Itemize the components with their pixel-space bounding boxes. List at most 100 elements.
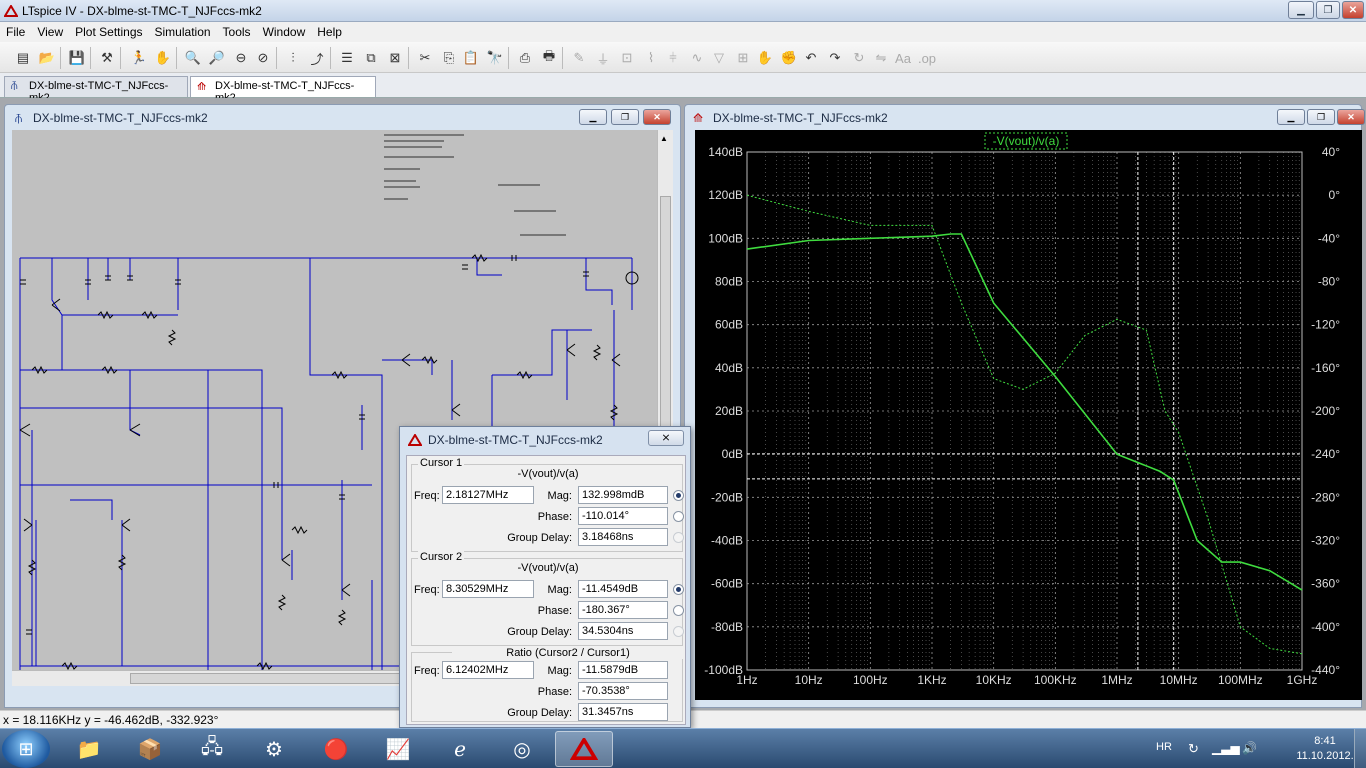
plot-restore-button[interactable]: ❐ xyxy=(1307,109,1335,125)
zoom-in-icon[interactable]: 🔍 xyxy=(184,49,202,67)
taskbar-oscilloscope-icon[interactable]: 📈 xyxy=(369,731,427,767)
scroll-thumb[interactable] xyxy=(130,673,430,684)
cursor1-group-delay-radio[interactable] xyxy=(673,532,684,543)
control-panel-icon[interactable]: ⚒ xyxy=(98,49,116,67)
cascade-icon[interactable]: ⧉ xyxy=(362,49,380,67)
close-window-icon[interactable]: ⊠ xyxy=(386,49,404,67)
cursor1-mag-field[interactable]: 132.998mdB xyxy=(578,486,668,504)
cursor2-freq-field[interactable]: 8.30529MHz xyxy=(442,580,534,598)
component-icon[interactable]: ⊞ xyxy=(734,49,752,67)
schematic-close-button[interactable]: ✕ xyxy=(643,109,671,125)
taskbar-installer-icon[interactable]: 📦 xyxy=(121,731,179,767)
taskbar-explorer-icon[interactable]: 📁 xyxy=(60,731,118,767)
cursor-dialog-close-button[interactable]: ⨯ xyxy=(648,430,684,446)
zoom-cancel-icon[interactable]: ⊘ xyxy=(254,49,272,67)
tab-waveform[interactable]: ⟰ DX-blme-st-TMC-T_NJFccs-mk2 xyxy=(190,76,376,104)
rotate-icon[interactable]: ↻ xyxy=(850,49,868,67)
autorange-icon[interactable]: ⫶ xyxy=(284,49,302,67)
schematic-icon: ⫚ xyxy=(15,111,23,125)
tile-horizontal-icon[interactable]: ☰ xyxy=(338,49,356,67)
wire-icon[interactable]: ✎ xyxy=(570,49,588,67)
find-icon[interactable]: 🔭 xyxy=(486,49,504,67)
print-icon[interactable]: 🖶 xyxy=(540,48,558,67)
redo-icon[interactable]: ↷ xyxy=(826,49,844,67)
clock-date[interactable]: 11.10.2012. xyxy=(1292,750,1358,762)
schematic-restore-button[interactable]: ❐ xyxy=(611,109,639,125)
new-schematic-icon[interactable]: ▤ xyxy=(14,49,32,67)
clock-time[interactable]: 8:41 xyxy=(1300,735,1350,747)
ratio-freq-field[interactable]: 6.12402MHz xyxy=(442,661,534,679)
taskbar-burn-icon[interactable]: 🔴 xyxy=(307,731,365,767)
plot-close-button[interactable]: ✕ xyxy=(1337,109,1365,125)
cursor2-group-delay-field[interactable]: 34.5304ns xyxy=(578,622,668,640)
ratio-group-delay-field[interactable]: 31.3457ns xyxy=(578,703,668,721)
scroll-up-icon[interactable]: ▲ xyxy=(660,134,668,143)
tab-schematic[interactable]: ⫚ DX-blme-st-TMC-T_NJFccs-mk2 xyxy=(4,76,188,104)
menu-view[interactable]: View xyxy=(31,25,69,39)
paste-icon[interactable]: 📋 xyxy=(462,49,480,67)
save-icon[interactable]: 💾 xyxy=(68,49,86,67)
plot-minimize-button[interactable]: ▁ xyxy=(1277,109,1305,125)
waveform-svg[interactable]: 140dB 40° 120dB 0° 100dB -40° 80dB -80° 60dB -120… xyxy=(695,130,1362,700)
menu-file[interactable]: File xyxy=(0,25,31,39)
ratio-phase-field[interactable]: -70.3538° xyxy=(578,682,668,700)
menu-plot-settings[interactable]: Plot Settings xyxy=(69,25,148,39)
ratio-freq-label: Freq: xyxy=(414,665,440,677)
run-icon[interactable]: 🏃 xyxy=(130,49,148,67)
close-button[interactable]: ✕ xyxy=(1342,1,1364,19)
start-button[interactable]: ⊞ xyxy=(2,730,50,768)
cut-icon[interactable]: ✂ xyxy=(416,49,434,67)
taskbar-ltspice-icon[interactable] xyxy=(555,731,613,767)
inductor-icon[interactable]: ∿ xyxy=(688,49,706,67)
taskbar-network-icon[interactable]: 🖧 xyxy=(183,731,241,767)
volume-icon[interactable]: 🔊 xyxy=(1242,741,1257,755)
zoom-out-icon[interactable]: ⊖ xyxy=(232,49,250,67)
cursor2-mag-radio[interactable] xyxy=(673,584,684,595)
trace-label[interactable]: -V(vout)/v(a) xyxy=(993,134,1060,148)
signal-icon[interactable]: ▁▃▅ xyxy=(1212,741,1240,755)
resistor-icon[interactable]: ⌇ xyxy=(642,49,660,67)
minimize-button[interactable]: ▁ xyxy=(1288,1,1314,19)
spice-directive-icon[interactable]: .op xyxy=(918,49,936,67)
text-icon[interactable]: Aa xyxy=(894,49,912,67)
cursor-dialog[interactable]: DX-blme-st-TMC-T_NJFccs-mk2 ⨯ Cursor 1 -… xyxy=(399,426,691,728)
cursor2-phase-field[interactable]: -180.367° xyxy=(578,601,668,619)
label-icon[interactable]: ⊡ xyxy=(618,49,636,67)
language-indicator[interactable]: HR xyxy=(1156,741,1172,753)
drag-icon[interactable]: ✊ xyxy=(780,49,798,67)
menu-tools[interactable]: Tools xyxy=(217,25,257,39)
update-icon[interactable]: ↻ xyxy=(1188,741,1199,757)
cursor1-phase-field[interactable]: -110.014° xyxy=(578,507,668,525)
copy-icon[interactable]: ⎘ xyxy=(440,49,458,67)
cursor1-phase-radio[interactable] xyxy=(673,511,684,522)
ratio-mag-field[interactable]: -11.5879dB xyxy=(578,661,668,679)
cursor2-mag-field[interactable]: -11.4549dB xyxy=(578,580,668,598)
capacitor-icon[interactable]: ⫩ xyxy=(664,49,682,67)
taskbar-tool-icon[interactable]: ⚙ xyxy=(245,731,303,767)
undo-icon[interactable]: ↶ xyxy=(802,49,820,67)
mirror-icon[interactable]: ⇋ xyxy=(872,49,890,67)
ground-icon[interactable]: ⏚ xyxy=(594,49,612,67)
show-desktop-button[interactable] xyxy=(1354,729,1366,768)
y-right-tick-label: -160° xyxy=(1311,361,1340,375)
cursor1-group-delay-field[interactable]: 3.18468ns xyxy=(578,528,668,546)
print-setup-icon[interactable]: ⎙ xyxy=(516,49,534,67)
taskbar-media-icon[interactable]: ◎ xyxy=(493,731,551,767)
menu-simulation[interactable]: Simulation xyxy=(149,25,217,39)
menu-window[interactable]: Window xyxy=(257,25,312,39)
cursor1-freq-field[interactable]: 2.18127MHz xyxy=(442,486,534,504)
waveform-plot[interactable]: 140dB 40° 120dB 0° 100dB -40° 80dB -80° 60dB -120… xyxy=(695,130,1362,700)
cursor2-phase-radio[interactable] xyxy=(673,605,684,616)
diode-icon[interactable]: ▽ xyxy=(710,49,728,67)
waveform-icon[interactable]: ⤴ xyxy=(308,49,326,67)
open-icon[interactable]: 📂 xyxy=(38,49,56,67)
maximize-button[interactable]: ❐ xyxy=(1316,1,1340,19)
schematic-minimize-button[interactable]: ▁ xyxy=(579,109,607,125)
taskbar-ie-icon[interactable]: ℯ xyxy=(431,731,489,767)
cursor1-mag-radio[interactable] xyxy=(673,490,684,501)
pan-icon[interactable]: 🔎 xyxy=(208,49,226,67)
menu-help[interactable]: Help xyxy=(311,25,348,39)
move-icon[interactable]: ✋ xyxy=(756,49,774,67)
halt-icon[interactable]: ✋ xyxy=(154,49,172,67)
cursor2-group-delay-radio[interactable] xyxy=(673,626,684,637)
